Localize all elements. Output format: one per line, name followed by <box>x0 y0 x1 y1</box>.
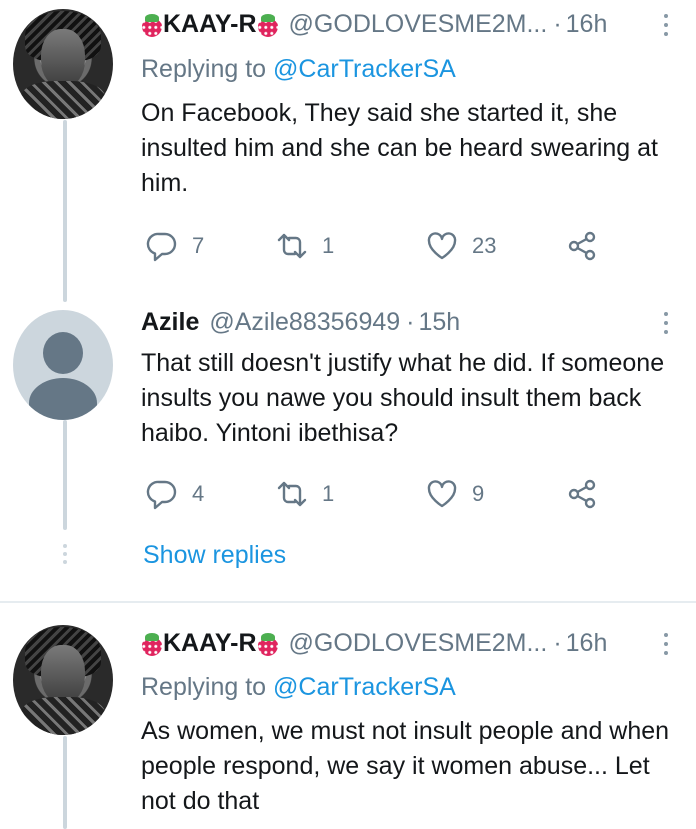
like-icon <box>427 232 457 260</box>
reply-icon <box>146 232 177 262</box>
separator: · <box>553 10 562 38</box>
display-name[interactable]: Azile <box>141 308 199 337</box>
mention-link[interactable]: @CarTrackerSA <box>273 55 456 83</box>
strawberry-icon <box>257 632 279 656</box>
avatar[interactable] <box>13 9 113 119</box>
timestamp[interactable]: 16h <box>566 629 608 658</box>
like-button[interactable]: 23 <box>426 230 496 262</box>
like-icon <box>427 480 457 508</box>
avatar[interactable] <box>13 625 113 735</box>
separator: · <box>406 308 415 336</box>
like-count: 9 <box>472 481 485 506</box>
thread-line <box>63 420 67 530</box>
replying-to: Replying to @CarTrackerSA <box>141 673 456 701</box>
share-icon <box>568 479 596 509</box>
avatar[interactable] <box>13 310 113 420</box>
share-button[interactable] <box>566 230 598 262</box>
thread-dots <box>63 544 67 564</box>
divider <box>0 601 696 603</box>
user-handle[interactable]: @GODLOVESME2M... <box>289 10 548 39</box>
display-name[interactable]: KAAY-R <box>141 629 279 658</box>
tweet-header: KAAY-R @GODLOVESME2M... · 16h <box>141 10 607 39</box>
retweet-button[interactable]: 1 <box>276 230 334 262</box>
share-icon <box>568 231 596 261</box>
like-button[interactable]: 9 <box>426 478 484 510</box>
strawberry-icon <box>257 13 279 37</box>
reply-count: 7 <box>192 233 205 258</box>
tweet-actions: 7 1 23 <box>141 230 611 264</box>
retweet-count: 1 <box>322 233 335 258</box>
tweet-text: That still doesn't justify what he did. … <box>141 349 665 447</box>
reply-button[interactable]: 4 <box>146 478 204 510</box>
reply-icon <box>146 480 177 510</box>
thread-line <box>63 736 67 829</box>
retweet-icon <box>277 233 307 259</box>
tweet-actions: 4 1 9 <box>141 478 611 512</box>
retweet-count: 1 <box>322 481 335 506</box>
retweet-icon <box>277 481 307 507</box>
strawberry-icon <box>141 13 163 37</box>
timestamp[interactable]: 16h <box>566 10 608 39</box>
show-replies-link[interactable]: Show replies <box>143 541 286 570</box>
reply-button[interactable]: 7 <box>146 230 204 262</box>
replying-to: Replying to @CarTrackerSA <box>141 55 456 83</box>
separator: · <box>553 629 562 657</box>
user-handle[interactable]: @Azile88356949 <box>209 308 400 337</box>
tweet-header: KAAY-R @GODLOVESME2M... · 16h <box>141 629 607 658</box>
strawberry-icon <box>141 632 163 656</box>
display-name[interactable]: KAAY-R <box>141 10 279 39</box>
mention-link[interactable]: @CarTrackerSA <box>273 673 456 701</box>
user-handle[interactable]: @GODLOVESME2M... <box>289 629 548 658</box>
more-icon[interactable] <box>664 633 668 655</box>
more-icon[interactable] <box>664 312 668 334</box>
like-count: 23 <box>472 233 497 258</box>
tweet-text: As women, we must not insult people and … <box>141 717 670 815</box>
timestamp[interactable]: 15h <box>418 308 460 337</box>
tweet-text: On Facebook, They said she started it, s… <box>141 99 658 197</box>
thread-line <box>63 120 67 302</box>
reply-count: 4 <box>192 481 205 506</box>
more-icon[interactable] <box>664 14 668 36</box>
tweet-header: Azile @Azile88356949 · 15h <box>141 308 460 337</box>
retweet-button[interactable]: 1 <box>276 478 334 510</box>
share-button[interactable] <box>566 478 598 510</box>
